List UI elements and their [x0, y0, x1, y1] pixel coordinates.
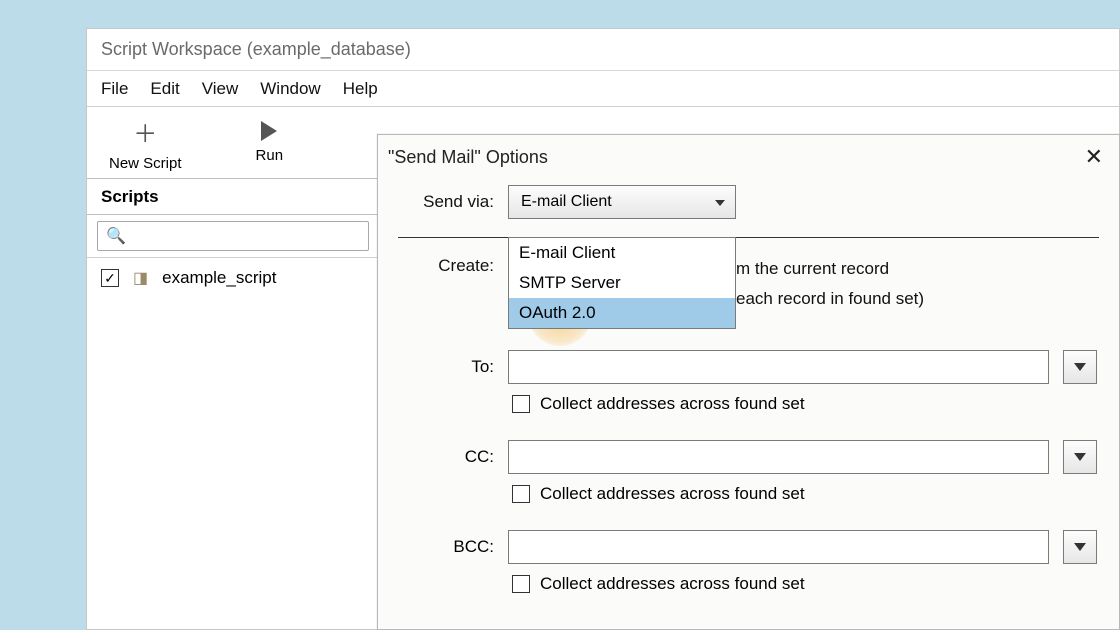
create-option-one-remnant: m the current record: [736, 259, 889, 278]
to-label: To:: [378, 357, 508, 377]
close-icon[interactable]: ✕: [1085, 144, 1103, 170]
cc-collect-row: Collect addresses across found set: [378, 478, 1119, 522]
send-via-dropdown: E-mail Client SMTP Server OAuth 2.0: [508, 237, 736, 329]
create-option-multi-remnant: each record in found set): [736, 289, 924, 308]
send-via-label: Send via:: [378, 192, 508, 212]
bcc-label: BCC:: [378, 537, 508, 557]
bcc-collect-label: Collect addresses across found set: [540, 574, 805, 594]
dialog-divider: [398, 237, 1099, 238]
create-label: Create:: [378, 254, 508, 276]
menu-window[interactable]: Window: [260, 79, 320, 99]
to-input[interactable]: [508, 350, 1049, 384]
menu-edit[interactable]: Edit: [150, 79, 179, 99]
dialog-title: "Send Mail" Options: [388, 147, 548, 168]
cc-label: CC:: [378, 447, 508, 467]
cc-input[interactable]: [508, 440, 1049, 474]
menu-bar: File Edit View Window Help: [87, 71, 1119, 107]
new-script-label: New Script: [109, 155, 182, 172]
to-row: To:: [378, 342, 1119, 388]
send-via-value: E-mail Client: [521, 193, 612, 211]
send-mail-options-dialog: "Send Mail" Options ✕ Send via: E-mail C…: [377, 134, 1120, 630]
window-title: Script Workspace (example_database): [101, 39, 411, 60]
dropdown-option-smtp-server[interactable]: SMTP Server: [509, 268, 735, 298]
script-name: example_script: [162, 268, 276, 288]
to-collect-checkbox[interactable]: [512, 395, 530, 413]
search-icon: 🔍: [106, 226, 126, 246]
window-titlebar: Script Workspace (example_database): [87, 29, 1119, 71]
to-picker-button[interactable]: [1063, 350, 1097, 384]
bcc-row: BCC:: [378, 522, 1119, 568]
to-collect-row: Collect addresses across found set: [378, 388, 1119, 432]
script-icon: ◨: [133, 268, 148, 288]
bcc-picker-button[interactable]: [1063, 530, 1097, 564]
menu-view[interactable]: View: [202, 79, 239, 99]
cc-collect-label: Collect addresses across found set: [540, 484, 805, 504]
cc-row: CC:: [378, 432, 1119, 478]
new-script-button[interactable]: New Script: [109, 114, 182, 172]
bcc-collect-checkbox[interactable]: [512, 575, 530, 593]
run-label: Run: [256, 147, 284, 164]
send-via-select[interactable]: E-mail Client: [508, 185, 736, 219]
plus-icon: [133, 114, 157, 149]
dropdown-option-email-client[interactable]: E-mail Client: [509, 238, 735, 268]
cc-collect-checkbox[interactable]: [512, 485, 530, 503]
menu-help[interactable]: Help: [343, 79, 378, 99]
menu-file[interactable]: File: [101, 79, 128, 99]
to-collect-label: Collect addresses across found set: [540, 394, 805, 414]
bcc-input[interactable]: [508, 530, 1049, 564]
script-checkbox[interactable]: [101, 269, 119, 287]
search-input[interactable]: 🔍: [97, 221, 369, 251]
bcc-collect-row: Collect addresses across found set: [378, 568, 1119, 612]
run-button[interactable]: Run: [256, 121, 284, 164]
create-row: Create: placeholder m the current record…: [378, 248, 1119, 320]
dialog-titlebar: "Send Mail" Options ✕: [378, 135, 1119, 179]
play-icon: [261, 121, 277, 141]
cc-picker-button[interactable]: [1063, 440, 1097, 474]
dropdown-option-oauth[interactable]: OAuth 2.0: [509, 298, 735, 328]
send-via-row: Send via: E-mail Client: [378, 179, 1119, 225]
